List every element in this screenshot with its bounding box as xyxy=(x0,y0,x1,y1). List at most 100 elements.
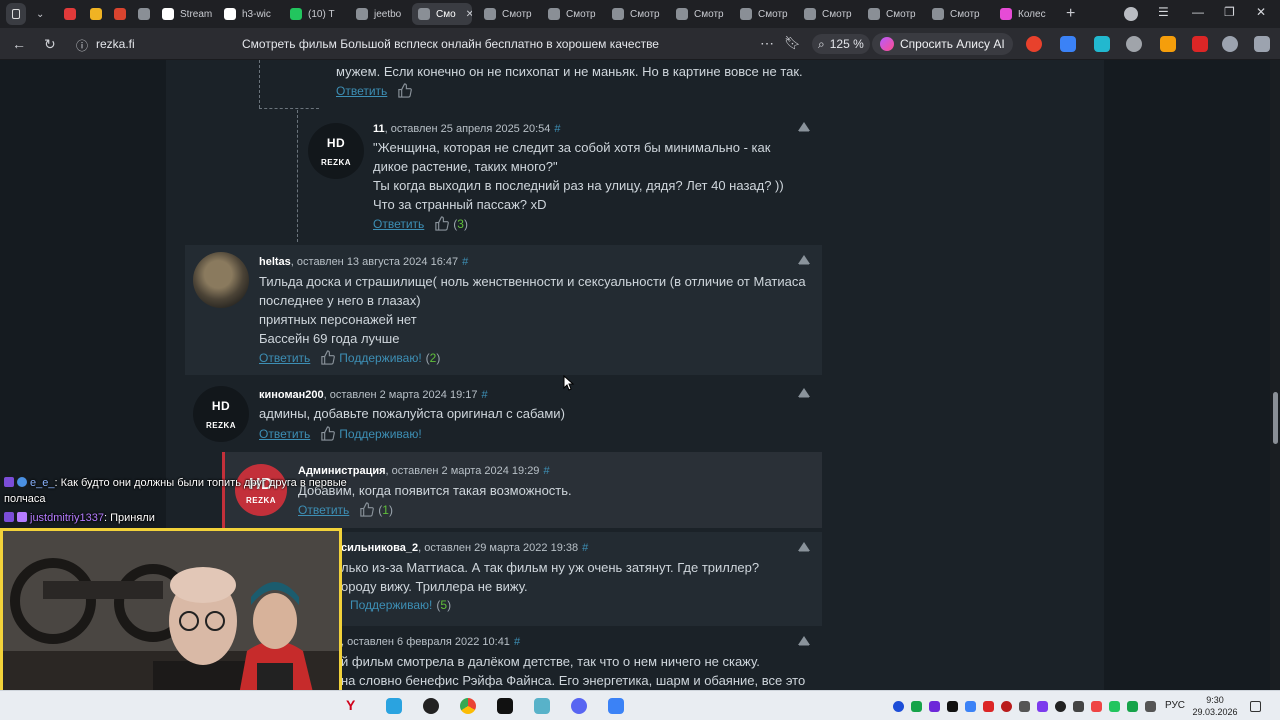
comment-author[interactable]: heltas xyxy=(259,256,291,268)
extension-icon-3[interactable] xyxy=(1094,36,1110,52)
reply-link[interactable]: Ответить xyxy=(259,351,310,365)
browser-tab[interactable]: Смотр xyxy=(606,3,666,25)
like-button[interactable]: (1) xyxy=(359,502,393,517)
permalink[interactable]: # xyxy=(582,542,588,554)
browser-tab[interactable]: jeetbo xyxy=(350,3,404,25)
browser-tab[interactable]: Колес xyxy=(994,3,1054,25)
permalink[interactable]: # xyxy=(482,389,488,401)
extension-icon-5[interactable] xyxy=(1160,36,1176,52)
menu-icon[interactable]: ☰ xyxy=(1158,5,1169,19)
permalink[interactable]: # xyxy=(554,123,560,135)
tab-menu-chevron-icon[interactable]: ⌄ xyxy=(30,3,50,25)
browser-tab[interactable]: (10) Т xyxy=(284,3,342,25)
comment-author[interactable]: 11 xyxy=(373,123,385,135)
browser-tab[interactable]: Смотр xyxy=(670,3,730,25)
like-button[interactable]: (3) xyxy=(434,216,468,231)
minimize-icon[interactable]: — xyxy=(1192,5,1204,19)
translate-extension-icon[interactable] xyxy=(1060,36,1076,52)
scrollbar-thumb[interactable] xyxy=(1273,392,1278,444)
report-icon[interactable] xyxy=(797,386,811,398)
tray-icon[interactable] xyxy=(1001,701,1012,712)
browser-tab[interactable]: Смотр xyxy=(926,3,986,25)
extension-icon-4[interactable] xyxy=(1126,36,1142,52)
browser-tab[interactable] xyxy=(108,3,130,25)
extension-icon-1[interactable] xyxy=(1026,36,1042,52)
support-button[interactable]: Поддерживаю! (2) xyxy=(320,350,440,365)
browser-tab[interactable] xyxy=(58,3,80,25)
permalink[interactable]: # xyxy=(462,256,468,268)
obs-icon[interactable] xyxy=(423,698,439,714)
page-title-text[interactable]: Смотреть фильм Большой всплеск онлайн бе… xyxy=(242,37,659,51)
support-button[interactable]: Поддерживаю! (5) xyxy=(350,598,451,612)
tray-icon[interactable] xyxy=(929,701,940,712)
site-info-icon[interactable]: ⓘ xyxy=(76,37,88,54)
tray-icon[interactable] xyxy=(1091,701,1102,712)
clock-date: 29.03.2026 xyxy=(1192,707,1238,717)
explorer-icon[interactable] xyxy=(534,698,550,714)
tray-icon[interactable] xyxy=(1109,701,1120,712)
ask-alice-button[interactable]: Спросить Алису AI xyxy=(872,33,1013,55)
app-icon-2[interactable] xyxy=(608,698,624,714)
zoom-indicator[interactable]: ⌕ 125 % xyxy=(812,34,870,54)
browser-tab[interactable] xyxy=(132,3,154,25)
tab-close-icon[interactable]: ✕ xyxy=(466,9,472,20)
browser-tab[interactable]: Смотр xyxy=(798,3,858,25)
tray-icon[interactable] xyxy=(1055,701,1066,712)
report-icon[interactable] xyxy=(797,253,811,265)
language-indicator[interactable]: РУС xyxy=(1165,700,1185,711)
reply-link[interactable]: Ответить xyxy=(373,217,424,231)
browser-tab[interactable]: Stream xyxy=(156,3,212,25)
tray-icon[interactable] xyxy=(983,701,994,712)
media-control-icon[interactable] xyxy=(1222,36,1238,52)
comment-author[interactable]: киноман200 xyxy=(259,389,324,401)
restore-icon[interactable]: ❐ xyxy=(1224,5,1235,19)
tray-icon[interactable] xyxy=(911,701,922,712)
new-tab-button[interactable]: + xyxy=(1060,3,1080,25)
back-arrow-icon[interactable]: ← xyxy=(12,36,26,52)
browser-tab[interactable]: Смо ✕ xyxy=(412,3,472,25)
browser-tab[interactable]: Смотр xyxy=(478,3,538,25)
reply-link[interactable]: Ответить xyxy=(259,427,310,441)
bookmark-icon[interactable]: 🔖︎ xyxy=(784,35,801,51)
tray-icon[interactable] xyxy=(965,701,976,712)
browser-tab[interactable] xyxy=(84,3,106,25)
profile-avatar[interactable] xyxy=(1124,7,1138,21)
close-window-icon[interactable]: ✕ xyxy=(1256,5,1266,19)
reply-link[interactable]: Ответить xyxy=(298,503,349,517)
page-scrollbar[interactable] xyxy=(1270,60,1280,690)
browser-tab[interactable]: h3-wic xyxy=(218,3,272,25)
telegram-icon[interactable] xyxy=(386,698,402,714)
yandex-browser-icon[interactable]: Y xyxy=(346,697,362,713)
tray-icon[interactable] xyxy=(1019,701,1030,712)
reply-link[interactable]: Ответить xyxy=(336,84,387,98)
permalink[interactable]: # xyxy=(514,636,520,648)
sidebar-toggle-button[interactable] xyxy=(6,3,26,25)
browser-tab[interactable]: Смотр xyxy=(542,3,602,25)
tray-icon[interactable] xyxy=(947,701,958,712)
like-button[interactable] xyxy=(397,83,413,98)
extension-icon-6[interactable] xyxy=(1192,36,1208,52)
comment-author[interactable]: Администрация xyxy=(298,465,386,477)
tray-icon[interactable] xyxy=(1073,701,1084,712)
comment-author[interactable]: сильникова_2 xyxy=(341,542,418,554)
support-button[interactable]: Поддерживаю! xyxy=(320,426,422,441)
tray-icon[interactable] xyxy=(893,701,904,712)
permalink[interactable]: # xyxy=(543,465,549,477)
browser-tab[interactable]: Смотр xyxy=(734,3,794,25)
notifications-icon[interactable] xyxy=(1250,701,1261,712)
report-icon[interactable] xyxy=(797,634,811,646)
report-icon[interactable] xyxy=(797,540,811,552)
tray-icon[interactable] xyxy=(1037,701,1048,712)
clock[interactable]: 9:30 29.03.2026 xyxy=(1190,694,1240,718)
more-actions-icon[interactable]: ⋯ xyxy=(760,35,774,52)
reload-icon[interactable]: ↻ xyxy=(44,36,56,53)
report-icon[interactable] xyxy=(797,120,811,132)
tray-icon[interactable] xyxy=(1127,701,1138,712)
discord-icon[interactable] xyxy=(571,698,587,714)
app-icon[interactable] xyxy=(497,698,513,714)
chrome-icon[interactable] xyxy=(460,698,476,714)
url-text[interactable]: rezka.fi xyxy=(96,37,135,51)
downloads-icon[interactable] xyxy=(1254,36,1270,52)
browser-tab[interactable]: Смотр xyxy=(862,3,922,25)
network-icon[interactable] xyxy=(1145,701,1156,712)
